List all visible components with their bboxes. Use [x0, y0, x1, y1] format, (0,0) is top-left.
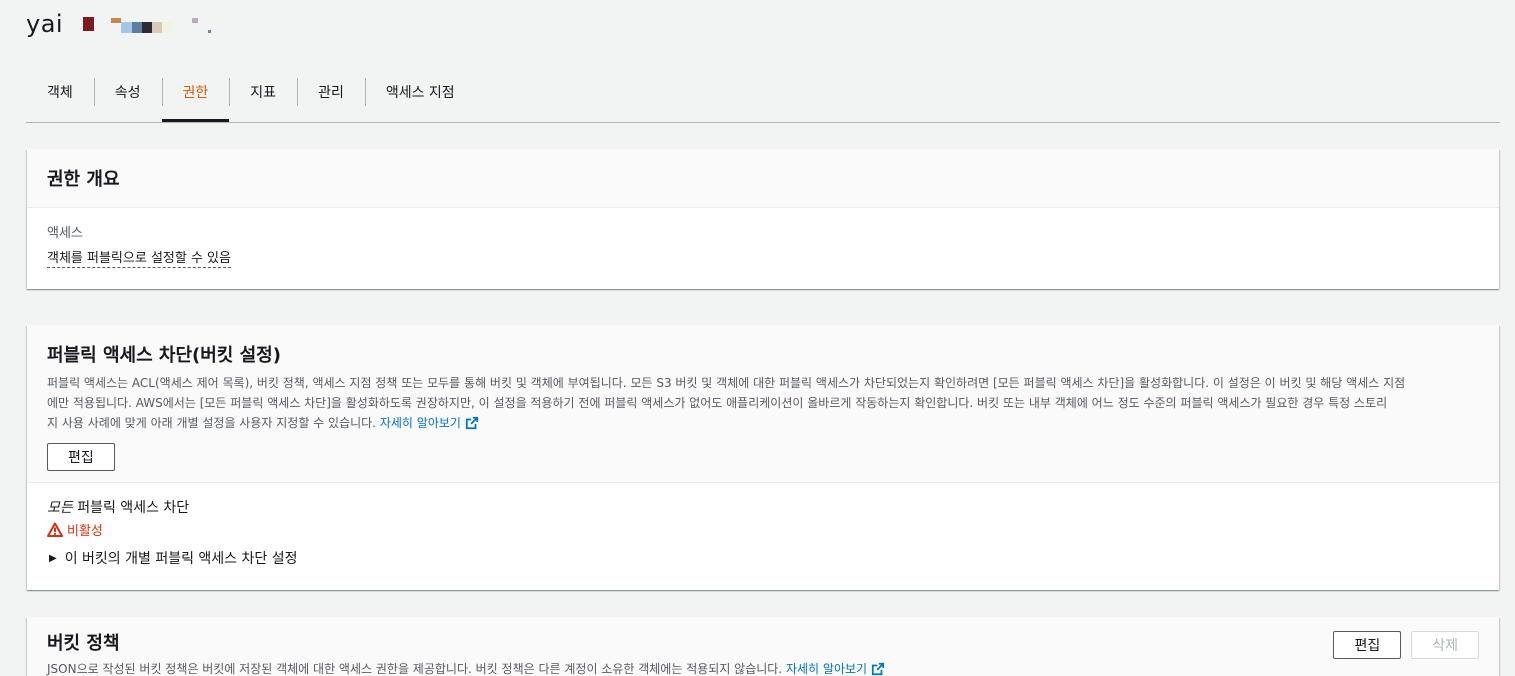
permissions-overview-header: 권한 개요 [27, 149, 1499, 208]
status-inactive: 비활성 [47, 520, 1479, 539]
block-public-access-header: 퍼블릭 액세스 차단(버킷 설정) 퍼블릭 액세스는 ACL(액세스 제어 목록… [27, 325, 1499, 483]
block-public-access-title: 퍼블릭 액세스 차단(버킷 설정) [47, 345, 281, 366]
bucket-policy-actions: 편집 삭제 [1333, 631, 1479, 659]
warning-triangle-icon [47, 522, 63, 537]
bucket-name-title: yai [26, 10, 64, 38]
block-all-em: 모든 [47, 500, 73, 516]
edit-bucket-policy-button[interactable]: 편집 [1333, 631, 1402, 659]
description-line-1: 퍼블릭 액세스는 ACL(액세스 제어 목록), 버킷 정책, 액세스 지점 정… [47, 376, 1406, 390]
bucket-policy-description: JSON으로 작성된 버킷 정책은 버킷에 저장된 객체에 대한 액세스 권한을… [47, 659, 1479, 676]
permissions-overview-card: 권한 개요 액세스 객체를 퍼블릭으로 설정할 수 있음 [27, 149, 1499, 289]
permissions-overview-body: 액세스 객체를 퍼블릭으로 설정할 수 있음 [27, 208, 1499, 282]
page-header: yai [26, 6, 212, 42]
edit-block-public-access-button[interactable]: 편집 [47, 443, 115, 471]
external-link-icon [871, 662, 885, 676]
bucket-policy-title: 버킷 정책 [47, 633, 120, 654]
description-line-3-text: 지 사용 사례에 맞게 아래 개별 설정을 사용자 지정할 수 있습니다. [47, 416, 377, 430]
bucket-policy-learn-more-label: 자세히 알아보기 [785, 662, 868, 676]
bucket-policy-card: 버킷 정책 JSON으로 작성된 버킷 정책은 버킷에 저장된 객체에 대한 액… [27, 617, 1499, 676]
learn-more-label: 자세히 알아보기 [379, 416, 461, 430]
bucket-policy-description-text: JSON으로 작성된 버킷 정책은 버킷에 저장된 객체에 대한 액세스 권한을… [47, 662, 786, 676]
block-all-rest: 퍼블릭 액세스 차단 [72, 500, 190, 516]
learn-more-link[interactable]: 자세히 알아보기 [380, 416, 479, 430]
block-public-access-card: 퍼블릭 액세스 차단(버킷 설정) 퍼블릭 액세스는 ACL(액세스 제어 목록… [27, 325, 1499, 590]
block-public-access-actions: 편집 [47, 443, 1479, 471]
tab-access-points[interactable]: 액세스 지점 [364, 76, 476, 108]
block-public-access-description: 퍼블릭 액세스는 ACL(액세스 제어 목록), 버킷 정책, 액세스 지점 정… [47, 373, 1475, 433]
tab-permissions[interactable]: 권한 [161, 76, 230, 122]
individual-settings-expander[interactable]: ▶ 이 버킷의 개별 퍼블릭 액세스 차단 설정 [47, 548, 1479, 568]
description-line-2: 에만 적용됩니다. AWS에서는 [모든 퍼블릭 액세스 차단]을 활성화하도록… [47, 396, 1388, 410]
block-public-access-body: 모든 퍼블릭 액세스 차단 비활성 ▶ 이 버킷의 개별 퍼블릭 액세스 차단 … [27, 483, 1499, 582]
tab-properties[interactable]: 속성 [93, 76, 162, 108]
access-label: 액세스 [47, 226, 83, 241]
block-all-public-access-label: 모든 퍼블릭 액세스 차단 [47, 497, 1479, 517]
permissions-overview-title: 권한 개요 [47, 169, 120, 190]
expander-label: 이 버킷의 개별 퍼블릭 액세스 차단 설정 [64, 551, 298, 567]
bucket-policy-learn-more-link[interactable]: 자세히 알아보기 [786, 662, 885, 676]
tab-management[interactable]: 관리 [297, 76, 365, 108]
external-link-icon [465, 416, 479, 430]
status-text: 비활성 [67, 524, 103, 539]
s3-bucket-page: yai 객체 속성 권한 지표 관리 액세스 지점 권한 개요 액세스 객체를 … [0, 0, 1515, 676]
tab-metrics[interactable]: 지표 [229, 76, 297, 108]
access-value[interactable]: 객체를 퍼블릭으로 설정할 수 있음 [47, 247, 231, 268]
tab-bar: 객체 속성 권한 지표 관리 액세스 지점 [26, 76, 1500, 123]
tab-objects[interactable]: 객체 [26, 76, 94, 108]
delete-bucket-policy-button[interactable]: 삭제 [1411, 631, 1479, 659]
caret-right-icon: ▶ [49, 552, 57, 564]
description-line-3: 지 사용 사례에 맞게 아래 개별 설정을 사용자 지정할 수 있습니다. 자세… [47, 413, 1475, 433]
bucket-policy-header: 버킷 정책 JSON으로 작성된 버킷 정책은 버킷에 저장된 객체에 대한 액… [27, 617, 1499, 676]
redacted-bucket-name [71, 16, 212, 33]
